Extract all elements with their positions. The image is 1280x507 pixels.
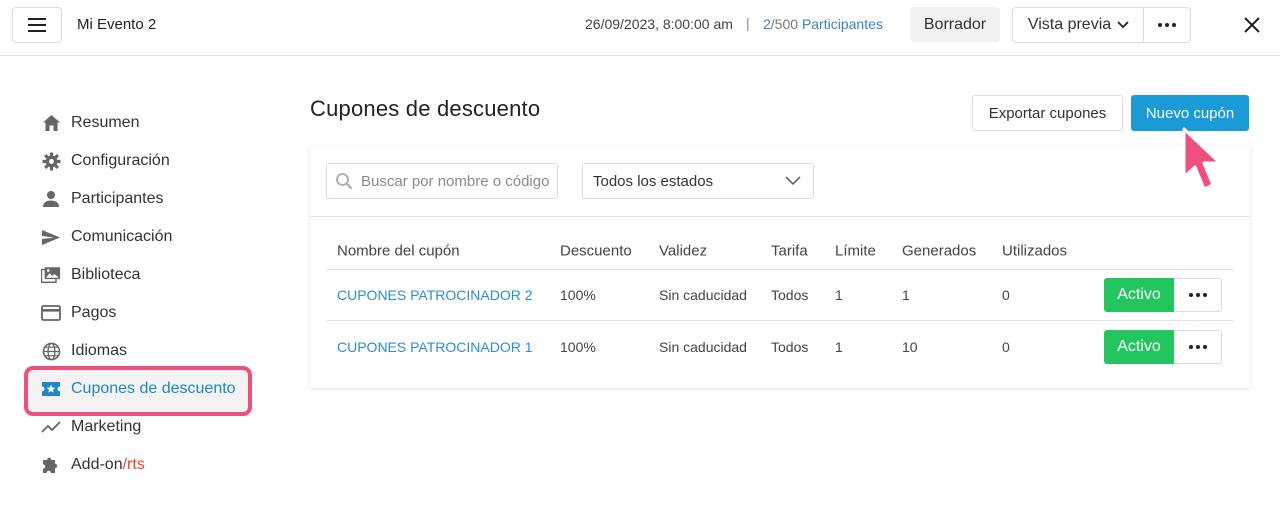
sidebar-item-biblioteca[interactable]: Biblioteca (24, 256, 254, 294)
sidebar-item-label: Configuración (71, 152, 170, 169)
sidebar-item-participantes[interactable]: Participantes (24, 180, 254, 218)
column-header: Tarifa (771, 242, 808, 259)
more-icon (1188, 293, 1207, 297)
participants-total: /500 (770, 16, 799, 32)
column-header: Nombre del cupón (337, 242, 460, 259)
participants-count: 2 (763, 16, 771, 32)
filters-bar: Todos los estados (310, 146, 1250, 217)
participants-label: Participantes (801, 16, 883, 32)
coupon-used: 0 (1002, 287, 1010, 303)
person-icon (41, 189, 61, 209)
more-icon (1188, 344, 1207, 349)
coupon-validity: Sin caducidad (659, 338, 747, 355)
chevron-down-icon (1117, 21, 1129, 29)
sidebar-item-marketing[interactable]: Marketing (24, 408, 254, 446)
preview-button[interactable]: Vista previa (1012, 7, 1144, 43)
export-coupons-button[interactable]: Exportar cupones (972, 95, 1123, 131)
top-bar: Mi Evento 2 26/09/2023, 8:00:00 am | 2/5… (0, 0, 1280, 56)
page-title: Cupones de descuento (310, 96, 541, 121)
more-options-button[interactable] (1143, 7, 1191, 43)
sidebar-item-pagos[interactable]: Pagos (24, 294, 254, 332)
sidebar-item-label: Pagos (71, 304, 117, 321)
close-icon (1244, 17, 1260, 33)
event-datetime: 26/09/2023, 8:00:00 am (585, 16, 733, 32)
sidebar-item-label-suffix: /rts (122, 456, 145, 473)
coupon-validity: Sin caducidad (659, 287, 747, 303)
coupon-name-link[interactable]: CUPONES PATROCINADOR 1 (337, 339, 533, 355)
coupon-limit: 1 (835, 338, 843, 355)
status-toggle-button[interactable]: Activo (1104, 278, 1174, 312)
header-separator: | (746, 15, 750, 31)
card-icon (41, 303, 61, 323)
coupon-discount: 100% (560, 338, 596, 355)
sidebar-item-comunicacion[interactable]: Comunicación (24, 218, 254, 256)
coupon-limit: 1 (835, 287, 843, 303)
coupon-used: 0 (1002, 338, 1010, 355)
gear-icon (41, 151, 61, 171)
sidebar-item-label: Comunicación (71, 228, 173, 245)
trend-icon (41, 417, 61, 437)
coupon-icon (41, 379, 61, 399)
table-header: Nombre del cupón Descuento Validez Tarif… (326, 232, 1234, 270)
pointer-cursor-icon (1182, 127, 1222, 191)
coupon-discount: 100% (560, 287, 596, 303)
search-box[interactable] (326, 163, 558, 199)
images-icon (41, 265, 61, 285)
coupon-rate: Todos (771, 287, 809, 303)
coupon-generated: 1 (902, 287, 910, 303)
coupon-generated: 10 (902, 338, 918, 355)
sidebar-item-addons[interactable]: Add-on/rts (24, 446, 254, 484)
coupons-card: Todos los estados Nombre del cupón Descu… (310, 146, 1250, 388)
column-header: Utilizados (1002, 242, 1068, 259)
sidebar-item-label: Resumen (71, 114, 140, 131)
sidebar-item-resumen[interactable]: Resumen (24, 104, 254, 142)
sidebar-item-label: Participantes (71, 190, 164, 207)
sidebar-item-label: Marketing (71, 418, 142, 435)
column-header: Validez (659, 242, 708, 259)
globe-icon (41, 341, 61, 361)
close-button[interactable] (1238, 11, 1266, 39)
sidebar-item-idiomas[interactable]: Idiomas (24, 332, 254, 370)
coupons-table: Nombre del cupón Descuento Validez Tarif… (326, 232, 1234, 372)
menu-button[interactable] (12, 7, 62, 43)
home-icon (41, 113, 61, 133)
search-input[interactable] (361, 172, 551, 190)
table-row: CUPONES PATROCINADOR 2 100% Sin caducida… (326, 270, 1234, 321)
column-header: Descuento (560, 242, 632, 259)
column-header: Generados (902, 242, 977, 259)
chevron-down-icon (785, 176, 801, 186)
sidebar-item-label: Biblioteca (71, 266, 141, 283)
sidebar-item-configuracion[interactable]: Configuración (24, 142, 254, 180)
more-icon (1158, 23, 1176, 27)
search-icon (336, 173, 353, 190)
status-button[interactable]: Borrador (910, 7, 1000, 42)
status-filter-value: Todos los estados (593, 172, 714, 190)
sidebar-item-cupones[interactable]: Cupones de descuento (24, 370, 254, 408)
coupon-rate: Todos (771, 338, 809, 355)
sidebar-item-label: Idiomas (71, 342, 128, 359)
send-icon (41, 227, 61, 247)
status-toggle-button[interactable]: Activo (1104, 329, 1174, 364)
column-header: Límite (835, 242, 876, 259)
row-more-button[interactable] (1174, 329, 1222, 364)
sidebar: Resumen Configuración Participantes Comu… (24, 104, 254, 484)
table-row: CUPONES PATROCINADOR 1 100% Sin caducida… (326, 321, 1234, 372)
preview-label: Vista previa (1027, 16, 1112, 33)
participants-link[interactable]: 2/500 Participantes (763, 16, 883, 32)
status-filter-select[interactable]: Todos los estados (582, 163, 814, 199)
event-title: Mi Evento 2 (77, 16, 157, 33)
coupon-name-link[interactable]: CUPONES PATROCINADOR 2 (337, 287, 533, 303)
hamburger-icon (28, 18, 46, 32)
puzzle-icon (41, 455, 61, 475)
row-more-button[interactable] (1174, 278, 1222, 312)
sidebar-item-label: Add-on (71, 456, 123, 473)
sidebar-item-label: Cupones de descuento (71, 380, 236, 397)
